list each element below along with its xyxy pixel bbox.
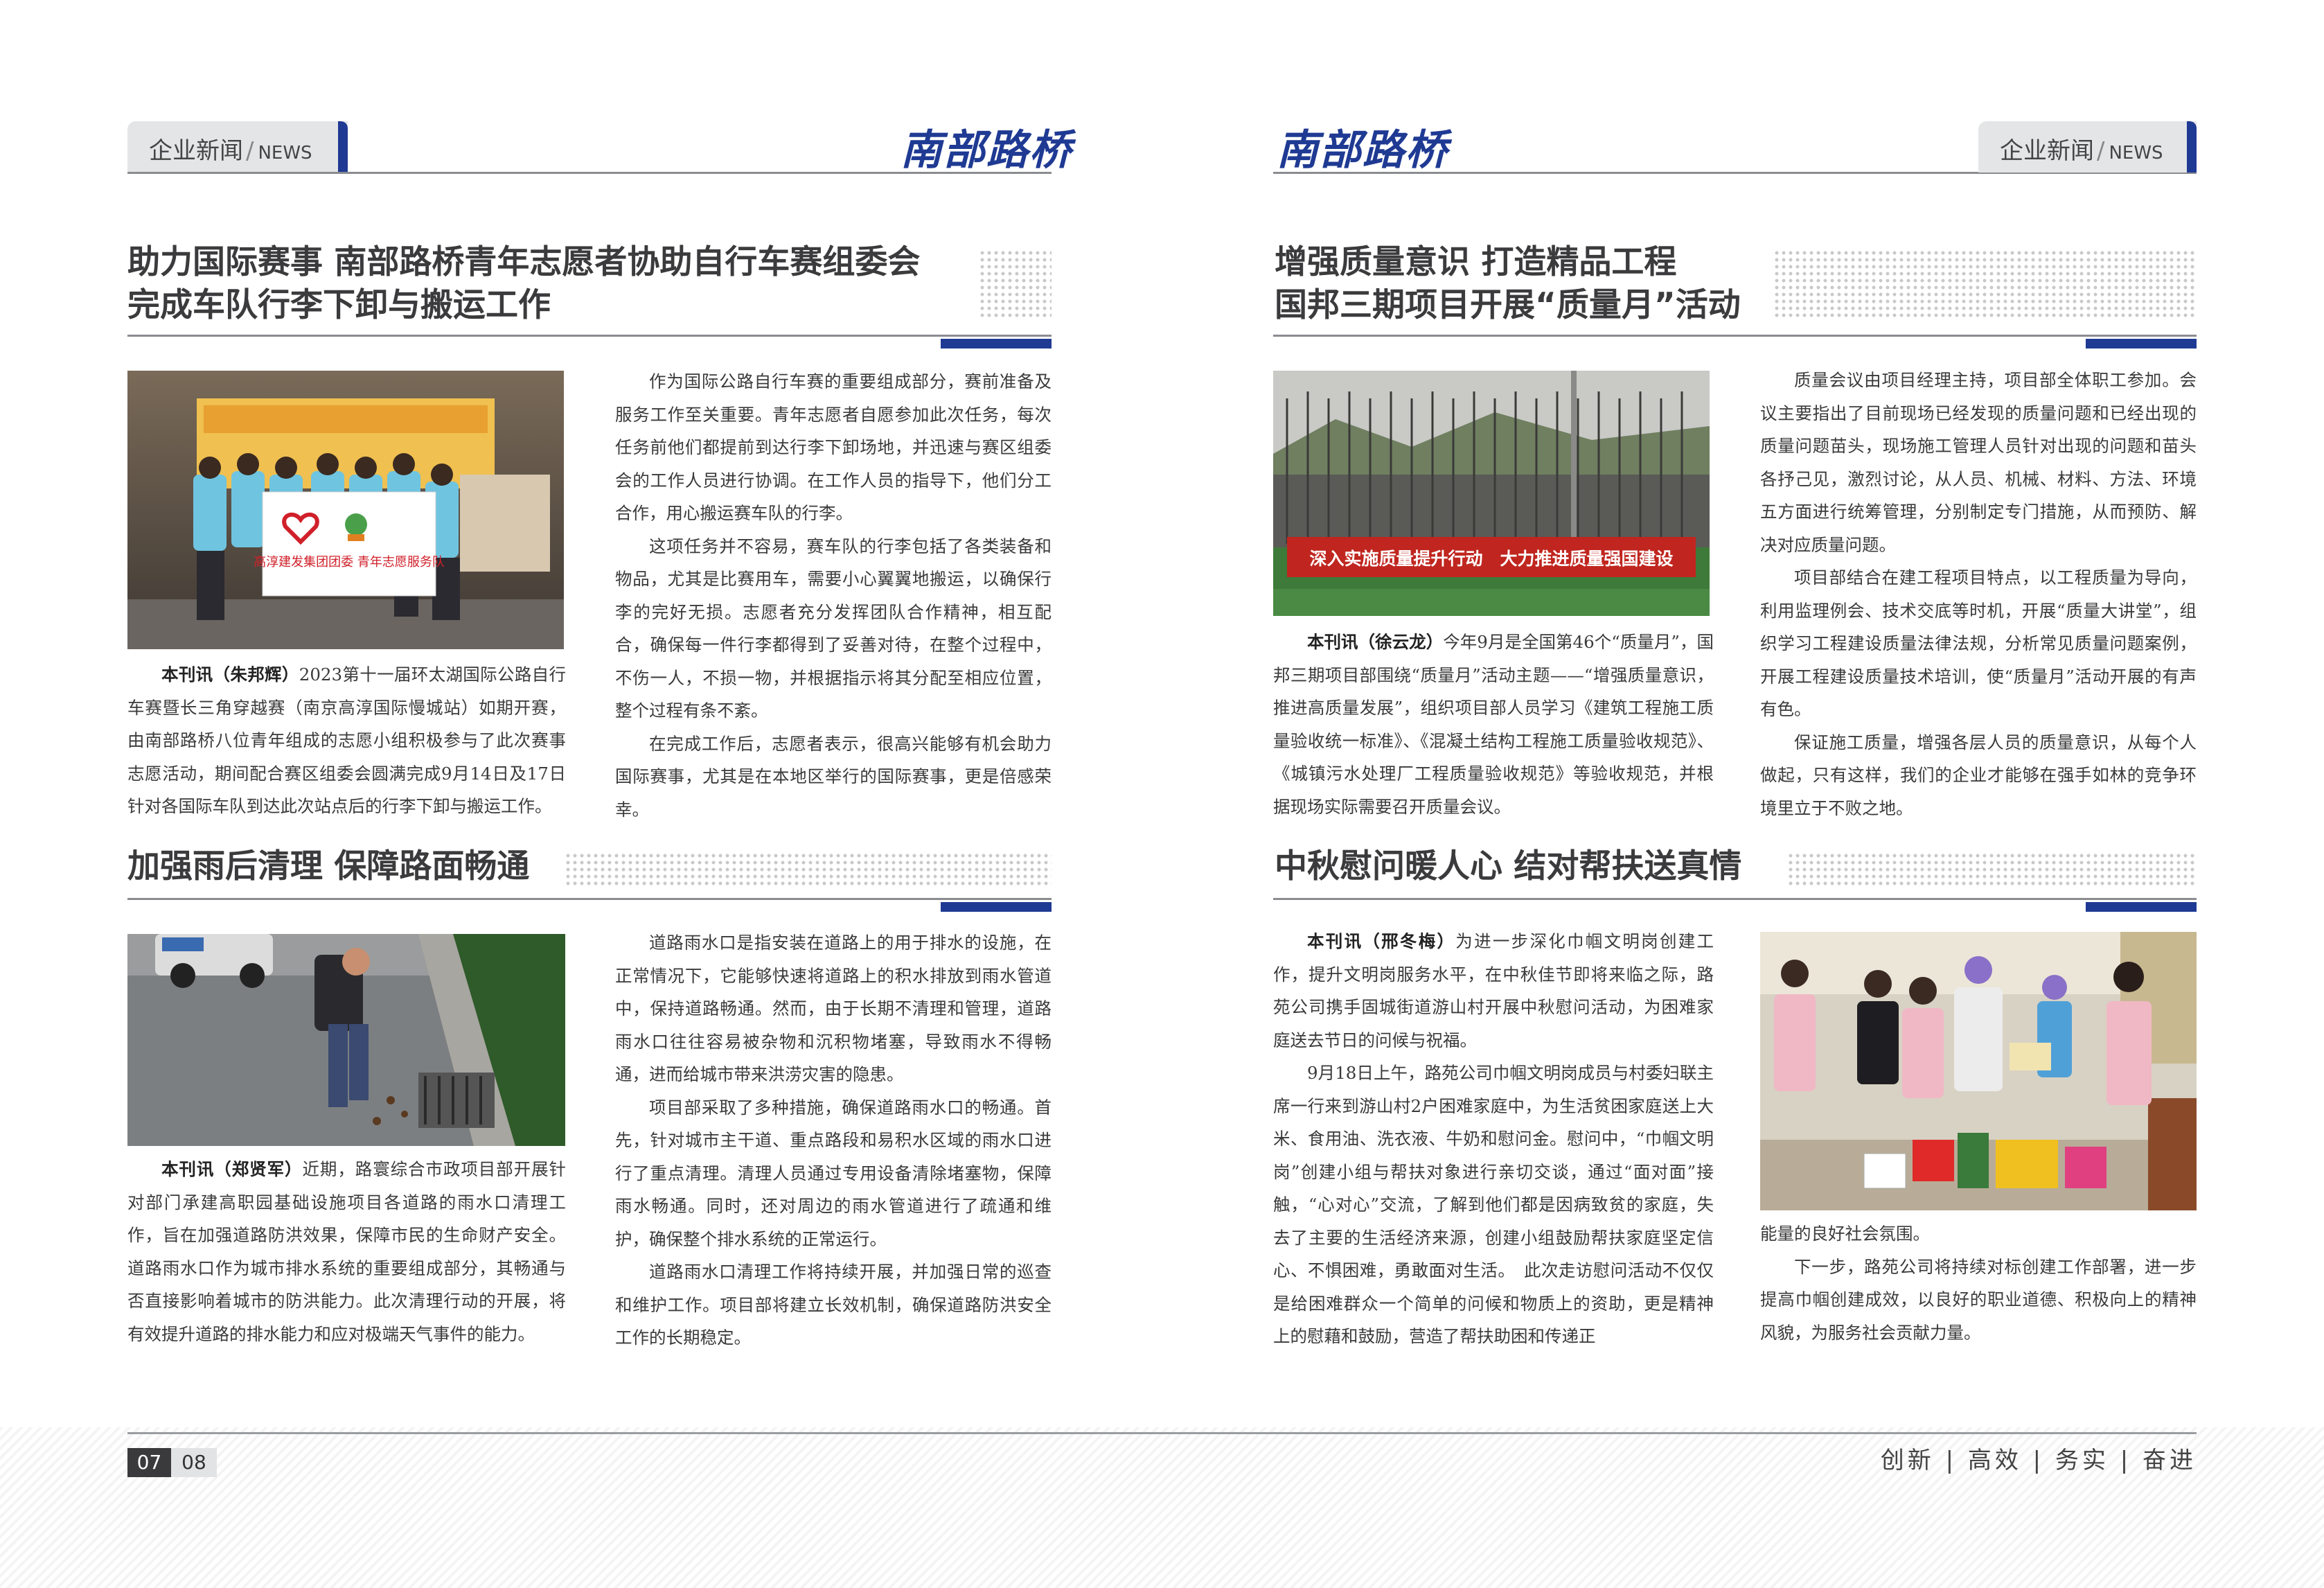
paragraph: 在完成工作后，志愿者表示，很高兴能够有机会助力国际赛事，尤其是在本地区举行的国际… — [615, 733, 1052, 820]
title-rule — [127, 898, 1052, 900]
article-title-line: 国邦三期项目开展“质量月”活动 — [1275, 286, 1741, 324]
tag-sep: / — [2097, 137, 2105, 165]
article-title-line: 增强质量意识 打造精品工程 — [1275, 243, 1677, 281]
paragraph: 9月18日上午，路苑公司巾帼文明岗成员与村委妇联主席一行来到游山村2户困难家庭中… — [1273, 1063, 1714, 1346]
footer-slogan: 创新 | 高效 | 务实 | 奋进 — [1880, 1447, 2197, 1474]
article3-caption-column: 本刊讯（徐云龙）今年9月是全国第46个“质量月”，国邦三期项目部围绕“质量月”活… — [1273, 626, 1714, 823]
article-title-line: 完成车队行李下卸与搬运工作 — [127, 286, 551, 324]
paragraph: 近期，路寰综合市政项目部开展针对部门承建高职园基础设施项目各道路的雨水口清理工作… — [127, 1159, 567, 1344]
title-rule — [1273, 335, 2197, 337]
paragraph: 道路雨水口是指安装在道路上的用于排水的设施，在正常情况下，它能够快速将道路上的积… — [615, 933, 1052, 1084]
article2-caption-column: 本刊讯（郑贤军）近期，路寰综合市政项目部开展针对部门承建高职园基础设施项目各道路… — [127, 1153, 566, 1350]
title-accent-block — [2086, 902, 2197, 912]
paragraph: 今年9月是全国第46个“质量月”，国邦三期项目部围绕“质量月”活动主题——“增强… — [1273, 632, 1714, 817]
title-rule — [127, 335, 1052, 337]
section-tag-text-right: 企业新闻 / NEWS — [2000, 132, 2163, 166]
photo-volunteers: 高淳建发集团团委 青年志愿服务队 — [127, 371, 564, 649]
byline: 本刊讯（徐云龙） — [1307, 632, 1444, 652]
tag-sep: / — [246, 137, 254, 165]
tag-cn: 企业新闻 — [2000, 137, 2094, 165]
tag-accent-bar — [2187, 121, 2197, 173]
title-dot-pattern — [1773, 249, 2197, 319]
title-dot-pattern — [979, 249, 1052, 319]
title-accent-block — [941, 339, 1052, 349]
photo-banner-text: 高淳建发集团团委 青年志愿服务队 — [254, 555, 445, 570]
paragraph: 能量的良好社会氛围。 — [1760, 1224, 1930, 1244]
photo-banner-text: 深入实施质量提升行动 大力推进质量强国建设 — [1309, 549, 1673, 569]
photo-drain-cleaning — [127, 934, 565, 1146]
paragraph: 作为国际公路自行车赛的重要组成部分，赛前准备及服务工作至关重要。青年志愿者自愿参… — [615, 371, 1052, 523]
section-tag-text-left: 企业新闻 / NEWS — [149, 132, 312, 166]
page-number-left: 07 — [127, 1448, 171, 1477]
article-title-line: 助力国际赛事 南部路桥青年志愿者协助自行车赛组委会 — [127, 243, 921, 281]
byline: 本刊讯（邢冬梅） — [1307, 931, 1456, 951]
article-title: 中秋慰问暖人心 结对帮扶送真情 — [1275, 847, 1742, 885]
paragraph: 保证施工质量，增强各层人员的质量意识，从每个人做起，只有这样，我们的企业才能够在… — [1760, 732, 2197, 818]
article4-left-column: 本刊讯（邢冬梅）为进一步深化巾帼文明岗创建工作，提升文明岗服务水平，在中秋佳节即… — [1273, 925, 1714, 1353]
footer-rule — [127, 1432, 2197, 1434]
paragraph: 2023第十一届环太湖国际公路自行车赛暨长三角穿越赛（南京高淳国际慢城站）如期开… — [127, 664, 567, 816]
title-dot-pattern — [565, 852, 1052, 887]
photo-construction-site: 深入实施质量提升行动 大力推进质量强国建设 — [1273, 371, 1710, 616]
paragraph: 项目部结合在建工程项目特点，以工程质量为导向，利用监理例会、技术交底等时机，开展… — [1760, 567, 2197, 719]
article1-body-column: 作为国际公路自行车赛的重要组成部分，赛前准备及服务工作至关重要。青年志愿者自愿参… — [615, 365, 1052, 826]
paragraph: 道路雨水口清理工作将持续开展，并加强日常的巡查和维护工作。项目部将建立长效机制，… — [615, 1262, 1052, 1348]
article-title: 增强质量意识 打造精品工程 国邦三期项目开展“质量月”活动 — [1275, 241, 1741, 327]
tag-accent-bar — [338, 121, 348, 173]
article-title: 助力国际赛事 南部路桥青年志愿者协助自行车赛组委会 完成车队行李下卸与搬运工作 — [127, 241, 920, 327]
title-accent-block — [941, 902, 1052, 912]
brand-logo-left: 南部路桥 — [901, 126, 1072, 175]
brand-logo-right: 南部路桥 — [1277, 126, 1448, 175]
byline: 本刊讯（郑贤军） — [161, 1159, 303, 1179]
tag-en: NEWS — [2109, 143, 2163, 164]
paragraph: 这项任务并不容易，赛车队的行李包括了各类装备和物品，尤其是比赛用车，需要小心翼翼… — [615, 536, 1052, 721]
title-accent-block — [2086, 339, 2197, 349]
title-rule — [1273, 898, 2197, 900]
tag-en: NEWS — [258, 143, 312, 164]
paragraph: 质量会议由项目经理主持，项目部全体职工参加。会议主要指出了目前现场已经发现的质量… — [1760, 370, 2197, 555]
article1-caption-column: 本刊讯（朱邦辉）2023第十一届环太湖国际公路自行车赛暨长三角穿越赛（南京高淳国… — [127, 658, 566, 823]
article-title: 加强雨后清理 保障路面畅通 — [127, 847, 530, 885]
paragraph: 项目部采取了多种措施，确保道路雨水口的畅通。首先，针对城市主干道、重点路段和易积… — [615, 1097, 1052, 1249]
photo-mid-autumn-visit — [1760, 932, 2197, 1210]
tag-cn: 企业新闻 — [149, 137, 243, 165]
title-dot-pattern — [1787, 852, 2197, 887]
article4-right-column: 能量的良好社会氛围。 下一步，路苑公司将持续对标创建工作部署，进一步提高巾帼创建… — [1760, 1217, 2197, 1349]
page-number-right: 08 — [171, 1448, 217, 1477]
article3-body-column: 质量会议由项目经理主持，项目部全体职工参加。会议主要指出了目前现场已经发现的质量… — [1760, 364, 2197, 824]
article2-body-column: 道路雨水口是指安装在道路上的用于排水的设施，在正常情况下，它能够快速将道路上的积… — [615, 926, 1052, 1355]
byline: 本刊讯（朱邦辉） — [161, 664, 299, 685]
paragraph: 下一步，路苑公司将持续对标创建工作部署，进一步提高巾帼创建成效，以良好的职业道德… — [1760, 1256, 2197, 1343]
